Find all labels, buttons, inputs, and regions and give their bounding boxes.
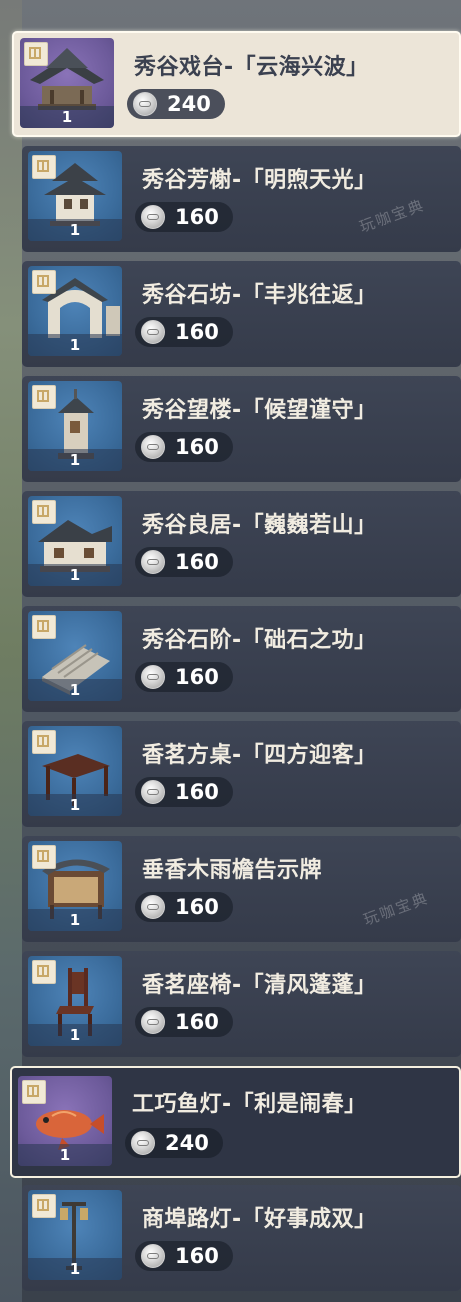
furnishing-blueprint-icon: [32, 615, 56, 639]
item-name: 工巧鱼灯-「利是闹春」: [132, 1092, 367, 1117]
shop-item-row[interactable]: 1 秀谷芳榭-「明煦天光」 160: [22, 146, 461, 252]
shop-item-row[interactable]: 1 秀谷戏台-「云海兴波」 240: [12, 31, 461, 137]
shop-item-row[interactable]: 1 秀谷石坊-「丰兆往返」 160: [22, 261, 461, 367]
item-name: 垂香木雨檐告示牌: [142, 858, 323, 883]
price-value: 160: [175, 1010, 219, 1034]
item-thumbnail: 1: [28, 266, 122, 356]
price-tag: 160: [135, 1241, 233, 1271]
item-name: 秀谷望楼-「候望谨守」: [142, 398, 377, 423]
shop-item-row[interactable]: 1 香茗座椅-「清风蓬蓬」 160: [22, 951, 461, 1057]
item-thumbnail: 1: [20, 38, 114, 128]
price-tag: 160: [135, 662, 233, 692]
item-count: 1: [69, 451, 81, 469]
item-name: 秀谷芳榭-「明煦天光」: [142, 168, 377, 193]
shop-item-row[interactable]: 1 秀谷良居-「巍巍若山」 160: [22, 491, 461, 597]
item-thumbnail: 1: [28, 841, 122, 931]
item-count: 1: [69, 1260, 81, 1278]
item-name: 秀谷良居-「巍巍若山」: [142, 513, 377, 538]
item-count: 1: [69, 681, 81, 699]
realm-currency-coin-icon: [131, 1131, 155, 1155]
shop-item-row[interactable]: 1 香茗方桌-「四方迎客」 160: [22, 721, 461, 827]
item-thumbnail: 1: [28, 611, 122, 701]
item-name: 商埠路灯-「好事成双」: [142, 1207, 377, 1232]
price-value: 160: [175, 205, 219, 229]
item-count: 1: [59, 1146, 71, 1164]
price-value: 160: [175, 665, 219, 689]
price-tag: 240: [125, 1128, 223, 1158]
item-name: 香茗座椅-「清风蓬蓬」: [142, 973, 377, 998]
realm-currency-coin-icon: [141, 205, 165, 229]
furnishing-blueprint-icon: [32, 1194, 56, 1218]
furnishing-blueprint-icon: [32, 500, 56, 524]
item-name: 香茗方桌-「四方迎客」: [142, 743, 377, 768]
item-name: 秀谷戏台-「云海兴波」: [134, 55, 369, 80]
price-value: 160: [175, 435, 219, 459]
furnishing-blueprint-icon: [32, 730, 56, 754]
item-count: 1: [69, 796, 81, 814]
realm-currency-coin-icon: [141, 1244, 165, 1268]
item-thumbnail: 1: [28, 956, 122, 1046]
price-tag: 160: [135, 432, 233, 462]
price-value: 240: [165, 1131, 209, 1155]
furnishing-blueprint-icon: [22, 1080, 46, 1104]
price-value: 160: [175, 780, 219, 804]
price-tag: 240: [127, 89, 225, 119]
item-count: 1: [69, 911, 81, 929]
shop-item-row[interactable]: 1 秀谷望楼-「候望谨守」 160: [22, 376, 461, 482]
furnishing-blueprint-icon: [32, 270, 56, 294]
item-thumbnail: 1: [28, 1190, 122, 1280]
realm-currency-coin-icon: [141, 320, 165, 344]
realm-currency-coin-icon: [141, 780, 165, 804]
price-value: 160: [175, 320, 219, 344]
furnishing-blueprint-icon: [32, 385, 56, 409]
furnishing-blueprint-icon: [24, 42, 48, 66]
shop-item-row[interactable]: 1 垂香木雨檐告示牌 160: [22, 836, 461, 942]
realm-currency-coin-icon: [141, 1010, 165, 1034]
realm-currency-coin-icon: [141, 895, 165, 919]
price-tag: 160: [135, 202, 233, 232]
item-name: 秀谷石阶-「础石之功」: [142, 628, 377, 653]
item-count: 1: [69, 1026, 81, 1044]
item-count: 1: [69, 221, 81, 239]
price-value: 160: [175, 895, 219, 919]
item-count: 1: [69, 566, 81, 584]
item-thumbnail: 1: [28, 151, 122, 241]
shop-item-row[interactable]: 1 商埠路灯-「好事成双」 160: [22, 1185, 461, 1291]
item-thumbnail: 1: [18, 1076, 112, 1166]
realm-currency-coin-icon: [133, 92, 157, 116]
price-tag: 160: [135, 547, 233, 577]
price-value: 240: [167, 92, 211, 116]
price-tag: 160: [135, 892, 233, 922]
price-tag: 160: [135, 317, 233, 347]
realm-currency-coin-icon: [141, 665, 165, 689]
furnishing-blueprint-icon: [32, 155, 56, 179]
price-tag: 160: [135, 777, 233, 807]
furnishing-blueprint-icon: [32, 960, 56, 984]
realm-currency-coin-icon: [141, 550, 165, 574]
item-count: 1: [61, 108, 73, 126]
price-value: 160: [175, 550, 219, 574]
item-thumbnail: 1: [28, 496, 122, 586]
shop-item-row[interactable]: 1 工巧鱼灯-「利是闹春」 240: [10, 1066, 461, 1178]
price-value: 160: [175, 1244, 219, 1268]
shop-item-row[interactable]: 1 秀谷石阶-「础石之功」 160: [22, 606, 461, 712]
price-tag: 160: [135, 1007, 233, 1037]
item-count: 1: [69, 336, 81, 354]
furnishing-blueprint-icon: [32, 845, 56, 869]
item-thumbnail: 1: [28, 726, 122, 816]
item-name: 秀谷石坊-「丰兆往返」: [142, 283, 377, 308]
realm-currency-coin-icon: [141, 435, 165, 459]
item-thumbnail: 1: [28, 381, 122, 471]
